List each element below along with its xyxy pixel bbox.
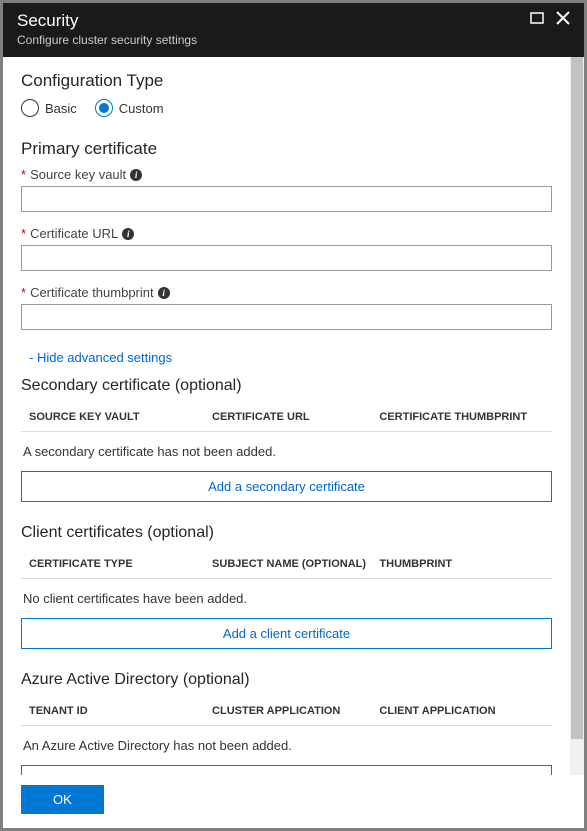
content-wrapper: Configuration Type Basic Custom Primary … (3, 57, 584, 775)
secondary-col-certificate-thumbprint: CERTIFICATE THUMBPRINT (379, 411, 552, 423)
radio-custom-label: Custom (119, 101, 164, 116)
required-star-icon: * (21, 285, 26, 300)
radio-custom-circle (95, 99, 113, 117)
add-secondary-certificate-button[interactable]: Add a secondary certificate (21, 471, 552, 502)
label-source-key-vault: * Source key vault i (21, 167, 552, 182)
blade-subtitle: Configure cluster security settings (17, 33, 197, 47)
info-icon[interactable]: i (122, 228, 134, 240)
client-certs-heading: Client certificates (optional) (21, 524, 552, 542)
aad-heading: Azure Active Directory (optional) (21, 671, 552, 689)
label-text-certificate-thumbprint: Certificate thumbprint (30, 285, 154, 300)
blade-title: Security (17, 11, 197, 31)
aad-col-cluster-application: CLUSTER APPLICATION (212, 705, 379, 717)
secondary-cert-table-header: SOURCE KEY VAULT CERTIFICATE URL CERTIFI… (21, 405, 552, 432)
add-client-certificate-button[interactable]: Add a client certificate (21, 618, 552, 649)
required-star-icon: * (21, 167, 26, 182)
titlebar-text: Security Configure cluster security sett… (17, 11, 197, 47)
aad-table-header: TENANT ID CLUSTER APPLICATION CLIENT APP… (21, 699, 552, 726)
client-col-certificate-type: CERTIFICATE TYPE (29, 558, 212, 570)
radio-basic-circle (21, 99, 39, 117)
config-type-radio-group: Basic Custom (21, 99, 552, 117)
primary-cert-heading: Primary certificate (21, 139, 552, 159)
client-certs-table-header: CERTIFICATE TYPE SUBJECT NAME (OPTIONAL)… (21, 552, 552, 579)
field-certificate-thumbprint: * Certificate thumbprint i (21, 285, 552, 330)
maximize-icon[interactable] (530, 11, 544, 25)
label-text-certificate-url: Certificate URL (30, 226, 118, 241)
label-certificate-thumbprint: * Certificate thumbprint i (21, 285, 552, 300)
secondary-col-source-key-vault: SOURCE KEY VAULT (29, 411, 212, 423)
config-type-heading: Configuration Type (21, 71, 552, 91)
client-certs-empty-message: No client certificates have been added. (21, 579, 552, 618)
label-certificate-url: * Certificate URL i (21, 226, 552, 241)
client-col-subject-name: SUBJECT NAME (OPTIONAL) (212, 558, 379, 570)
required-star-icon: * (21, 226, 26, 241)
secondary-cert-heading: Secondary certificate (optional) (21, 377, 552, 395)
aad-col-tenant-id: TENANT ID (29, 705, 212, 717)
scrollbar-track[interactable] (570, 57, 584, 775)
field-certificate-url: * Certificate URL i (21, 226, 552, 271)
input-certificate-url[interactable] (21, 245, 552, 271)
scrollbar-thumb[interactable] (571, 57, 583, 739)
add-aad-button[interactable]: Add an Azure Active Directory (21, 765, 552, 775)
label-text-source-key-vault: Source key vault (30, 167, 126, 182)
footer: OK (3, 775, 584, 828)
secondary-cert-empty-message: A secondary certificate has not been add… (21, 432, 552, 471)
input-source-key-vault[interactable] (21, 186, 552, 212)
client-col-thumbprint: THUMBPRINT (379, 558, 552, 570)
ok-button[interactable]: OK (21, 785, 104, 814)
toggle-advanced-settings[interactable]: - Hide advanced settings (29, 350, 172, 365)
radio-custom-dot (99, 103, 109, 113)
info-icon[interactable]: i (158, 287, 170, 299)
titlebar: Security Configure cluster security sett… (3, 3, 584, 57)
secondary-col-certificate-url: CERTIFICATE URL (212, 411, 379, 423)
security-blade: Security Configure cluster security sett… (3, 3, 584, 828)
radio-basic[interactable]: Basic (21, 99, 77, 117)
titlebar-controls (530, 11, 570, 25)
field-source-key-vault: * Source key vault i (21, 167, 552, 212)
aad-col-client-application: CLIENT APPLICATION (379, 705, 552, 717)
radio-custom[interactable]: Custom (95, 99, 164, 117)
aad-empty-message: An Azure Active Directory has not been a… (21, 726, 552, 765)
close-icon[interactable] (556, 11, 570, 25)
content: Configuration Type Basic Custom Primary … (3, 57, 570, 775)
radio-basic-label: Basic (45, 101, 77, 116)
info-icon[interactable]: i (130, 169, 142, 181)
input-certificate-thumbprint[interactable] (21, 304, 552, 330)
